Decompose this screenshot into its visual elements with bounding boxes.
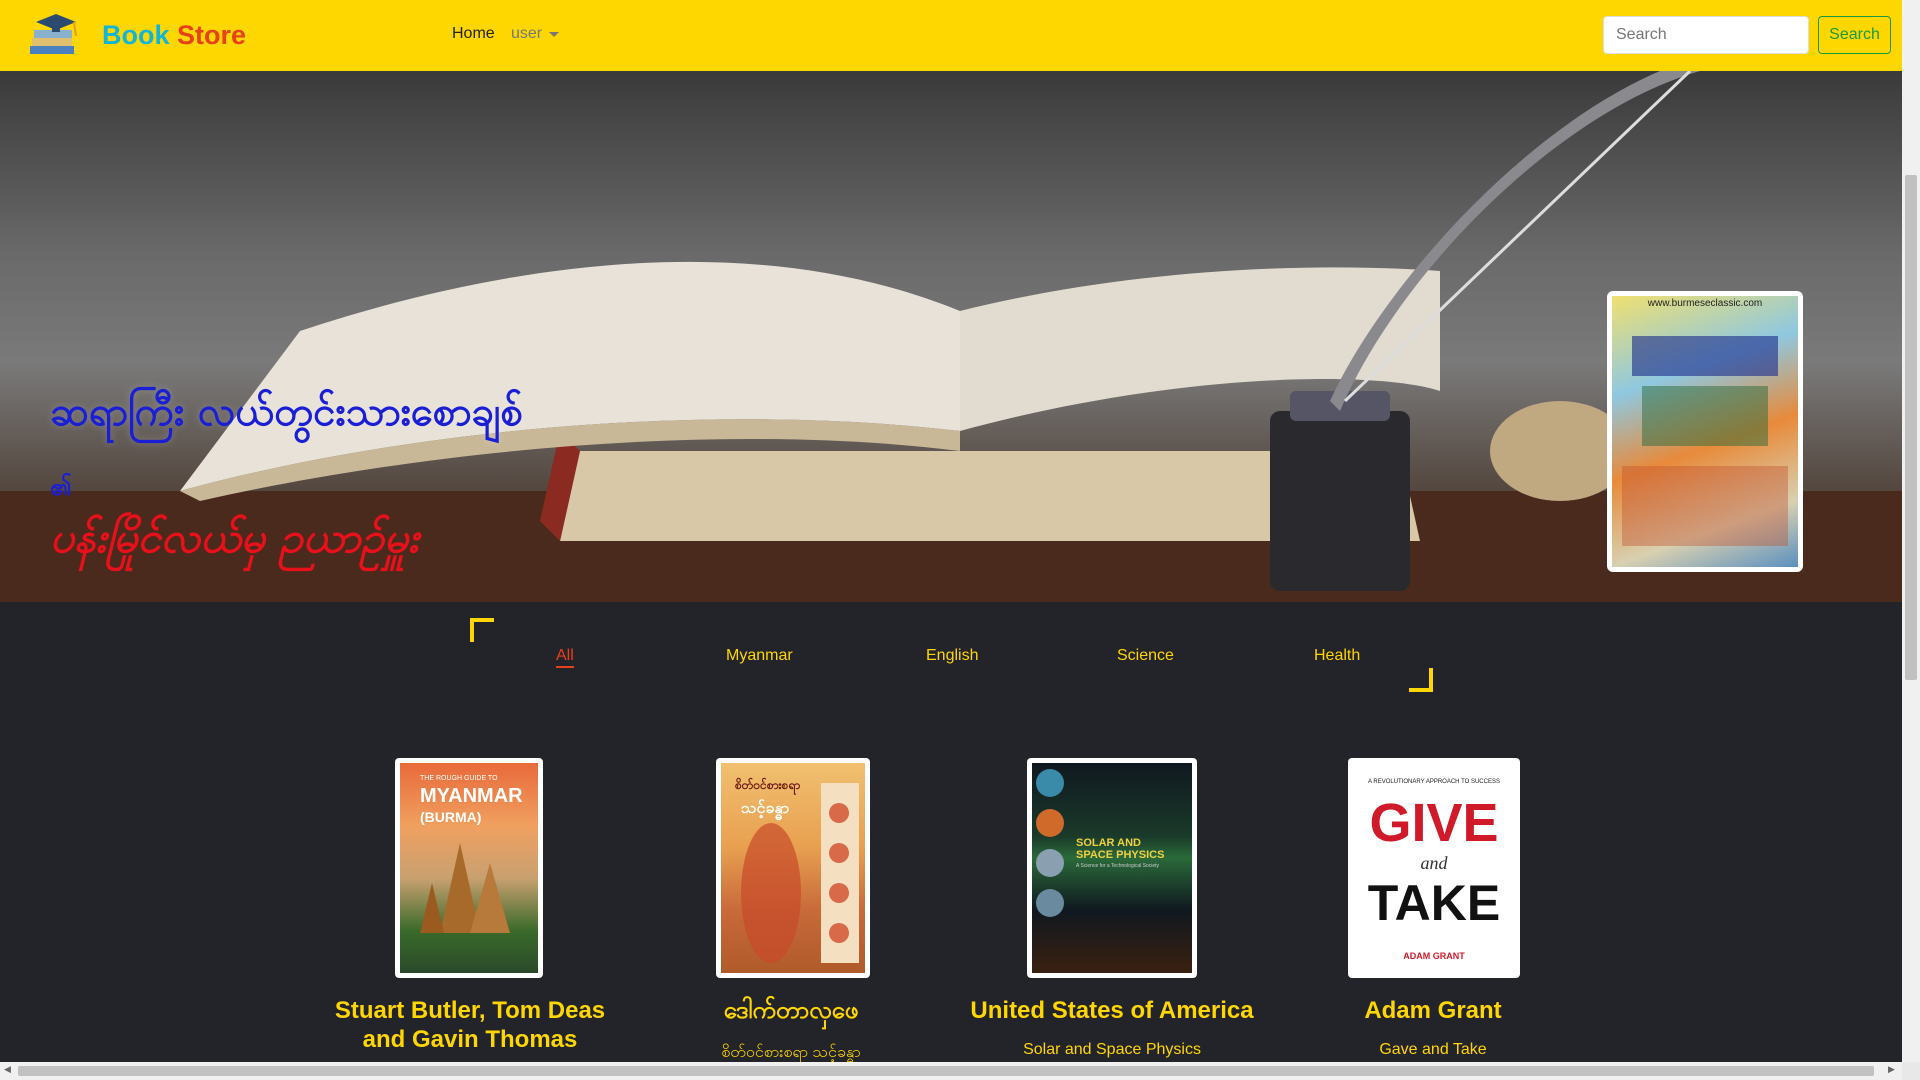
tab-health[interactable]: Health bbox=[1314, 647, 1360, 665]
nav-user-dropdown[interactable]: user bbox=[511, 25, 560, 43]
book-author: Adam Grant bbox=[1364, 997, 1502, 1024]
book-card[interactable]: SOLAR AND SPACE PHYSICS A Science for a … bbox=[962, 758, 1262, 1078]
book-cover[interactable]: စိတ်ဝင်စားစရာ သင့်ခန္ဓာ bbox=[716, 758, 870, 978]
cover-text: and bbox=[1420, 853, 1448, 873]
book-cover-image: SOLAR AND SPACE PHYSICS A Science for a … bbox=[1032, 763, 1192, 973]
scrollbar-corner bbox=[1902, 1062, 1920, 1080]
book-card[interactable]: A REVOLUTIONARY APPROACH TO SUCCESS GIVE… bbox=[1283, 758, 1583, 1078]
corner-bracket-bottom-right bbox=[1409, 668, 1433, 692]
navbar: Book Store Home user Search bbox=[0, 0, 1902, 71]
corner-bracket-top-left bbox=[470, 618, 494, 642]
book-title: Solar and Space Physics bbox=[1023, 1041, 1201, 1058]
tab-english[interactable]: English bbox=[926, 647, 978, 665]
scroll-right-icon[interactable]: ▶ bbox=[1888, 1065, 1895, 1075]
cover-text: TAKE bbox=[1367, 875, 1501, 931]
brand-store: Store bbox=[177, 19, 247, 50]
featured-book-cover[interactable]: www.burmeseclassic.com bbox=[1607, 291, 1803, 572]
book-author: United States of America bbox=[970, 997, 1254, 1024]
book-title: Gave and Take bbox=[1379, 1041, 1487, 1058]
hero-banner: ဆရာကြီး လယ်တွင်းသားစောချစ် ၏ ပန်းမြိုင်လ… bbox=[0, 71, 1902, 602]
hero-title: ဆရာကြီး လယ်တွင်းသားစောချစ် bbox=[50, 389, 523, 435]
hero-subtitle: ပန်းမြိုင်လယ်မှ ဉယာဉ်မှူး bbox=[50, 513, 419, 562]
scroll-left-icon[interactable]: ◀ bbox=[4, 1065, 11, 1075]
category-filter: All Myanmar English Science Health bbox=[0, 602, 1902, 702]
tab-science[interactable]: Science bbox=[1117, 647, 1174, 665]
book-cover-image: A REVOLUTIONARY APPROACH TO SUCCESS GIVE… bbox=[1353, 763, 1515, 973]
cover-text: GIVE bbox=[1369, 793, 1499, 853]
brand[interactable]: Book Store bbox=[26, 12, 246, 58]
brand-name: Book Store bbox=[102, 20, 246, 51]
nav-home-link[interactable]: Home bbox=[452, 25, 495, 43]
tab-myanmar[interactable]: Myanmar bbox=[726, 647, 793, 665]
books-logo-icon bbox=[26, 12, 88, 58]
featured-book-cover-image: www.burmeseclassic.com bbox=[1612, 296, 1798, 567]
horizontal-scrollbar-thumb[interactable] bbox=[18, 1066, 1874, 1076]
book-cover[interactable]: A REVOLUTIONARY APPROACH TO SUCCESS GIVE… bbox=[1348, 758, 1520, 978]
brand-book: Book bbox=[102, 19, 170, 50]
search-button[interactable]: Search bbox=[1818, 16, 1891, 54]
search-input[interactable] bbox=[1603, 16, 1809, 54]
tab-all[interactable]: All bbox=[556, 647, 574, 668]
vertical-scrollbar[interactable] bbox=[1902, 0, 1920, 1062]
cover-text: ADAM GRANT bbox=[1403, 951, 1465, 961]
book-cover[interactable]: SOLAR AND SPACE PHYSICS A Science for a … bbox=[1027, 758, 1197, 978]
book-cover-image: စိတ်ဝင်စားစရာ သင့်ခန္ဓာ bbox=[721, 763, 865, 973]
nav-user-label: user bbox=[511, 25, 543, 42]
book-card[interactable]: စိတ်ဝင်စားစရာ သင့်ခန္ဓာ ဒေါက်တာလှဖေ စိတ်… bbox=[641, 758, 941, 1078]
caret-down-icon bbox=[549, 31, 560, 37]
horizontal-scrollbar[interactable]: ◀ ▶ bbox=[0, 1062, 1902, 1080]
cover-text: A REVOLUTIONARY APPROACH TO SUCCESS bbox=[1368, 779, 1500, 785]
book-cover[interactable]: THE ROUGH GUIDE TO MYANMAR (BURMA) bbox=[395, 758, 543, 978]
vertical-scrollbar-thumb[interactable] bbox=[1905, 175, 1917, 680]
hero-connector: ၏ bbox=[50, 473, 72, 501]
book-card[interactable]: THE ROUGH GUIDE TO MYANMAR (BURMA) Stuar… bbox=[320, 758, 620, 1078]
book-author: ဒေါက်တာလှဖေ bbox=[723, 997, 859, 1024]
book-cover-image: THE ROUGH GUIDE TO MYANMAR (BURMA) bbox=[400, 763, 538, 973]
book-author: Stuart Butler, Tom Deas and Gavin Thomas bbox=[334, 997, 606, 1053]
